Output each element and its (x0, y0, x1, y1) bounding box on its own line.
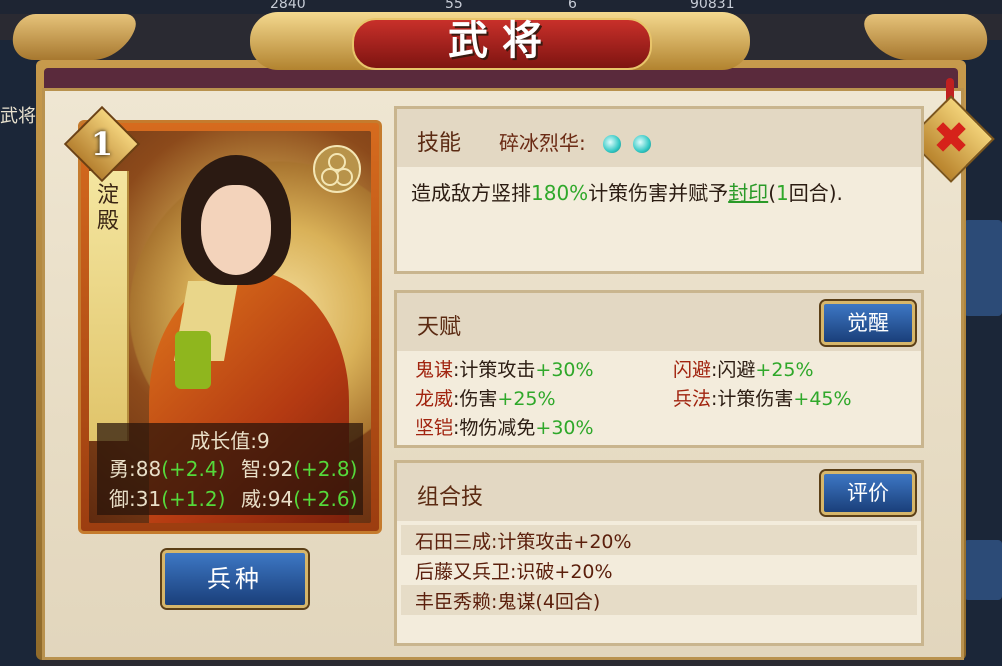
combo-item: 石田三成:计策攻击+20% (415, 531, 632, 553)
background-tab (964, 540, 1002, 600)
combo-section: 组合技 评价 石田三成:计策攻击+20% 后藤又兵卫:识破+20% 丰臣秀赖:鬼… (394, 460, 924, 646)
close-x-icon[interactable]: ✖ (920, 108, 982, 170)
skill-gem-icon (633, 135, 651, 153)
skill-name: 碎冰烈华: (499, 131, 586, 155)
talent-item: 闪避:闪避+25% (673, 359, 814, 381)
troop-type-button[interactable]: 兵种 (162, 550, 308, 608)
background-tab (964, 220, 1002, 316)
seal-link[interactable]: 封印 (728, 181, 768, 205)
section-title: 天赋 (417, 315, 462, 340)
awaken-button[interactable]: 觉醒 (821, 301, 915, 345)
skill-description: 造成敌方竖排180%计策伤害并赋予封印(1回合). (411, 181, 843, 205)
evaluate-button[interactable]: 评价 (821, 471, 915, 515)
face-art (201, 185, 271, 275)
hero-name: 淀殿 (96, 183, 119, 234)
hero-card: 淀殿 成长值:9 勇:88(+2.4) 智:92(+2.8) 御:31(+1.2… (63, 105, 382, 534)
frame-ornament-right (859, 14, 997, 60)
background-label: 武将 (0, 106, 36, 127)
hero-stats: 成长值:9 勇:88(+2.4) 智:92(+2.8) 御:31(+1.2) 威… (97, 423, 363, 515)
talent-item: 鬼谋:计策攻击+30% (415, 359, 594, 381)
combo-item: 丰臣秀赖:鬼谋(4回合) (415, 591, 601, 613)
resource-value: 90831 (690, 0, 735, 12)
stat-might: 威:94(+2.6) (241, 487, 358, 511)
frame-ornament-left (3, 14, 141, 60)
stat-intelligence: 智:92(+2.8) (241, 457, 358, 481)
stat-defense: 御:31(+1.2) (109, 487, 226, 511)
section-title: 组合技 (417, 485, 484, 510)
section-title: 技能 (417, 131, 462, 156)
dialog-title: 武将 (448, 17, 556, 64)
combo-item: 后藤又兵卫:识破+20% (415, 561, 613, 583)
stat-brave: 勇:88(+2.4) (109, 457, 226, 481)
talent-item: 龙威:伤害+25% (415, 388, 556, 410)
growth-value: 成长值:9 (190, 429, 270, 453)
hero-name-strip: 淀殿 (89, 171, 129, 441)
rank-number: 1 (90, 125, 114, 163)
skill-section: 技能 碎冰烈华: 造成敌方竖排180%计策伤害并赋予封印(1回合). (394, 106, 924, 274)
talent-item: 坚铠:物伤减免+30% (415, 417, 594, 439)
talent-item: 兵法:计策伤害+45% (673, 388, 852, 410)
skill-gem-icon (603, 135, 621, 153)
family-crest-icon (313, 145, 361, 193)
background-panel-left: 武将 (0, 40, 40, 666)
talent-section: 天赋 觉醒 鬼谋:计策攻击+30% 闪避:闪避+25% 龙威:伤害+25% 兵法… (394, 290, 924, 448)
hero-portrait: 淀殿 成长值:9 勇:88(+2.4) 智:92(+2.8) 御:31(+1.2… (89, 131, 371, 523)
